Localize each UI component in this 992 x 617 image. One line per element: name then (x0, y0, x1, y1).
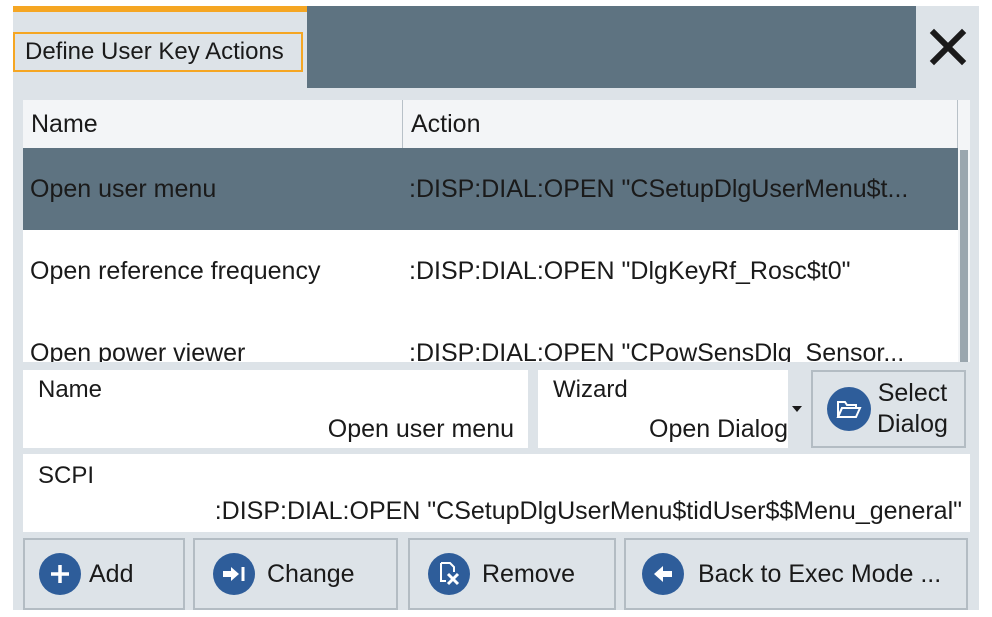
add-button[interactable]: Add (23, 538, 185, 610)
dialog-title: Define User Key Actions (13, 32, 303, 72)
scrollbar-thumb[interactable] (960, 150, 968, 362)
user-key-actions-dialog: Define User Key Actions Name Action Open… (13, 6, 979, 610)
row-name: Open power viewer (30, 339, 246, 362)
row-name: Open reference frequency (30, 257, 321, 285)
change-button[interactable]: Change (193, 538, 398, 610)
scpi-label: SCPI (38, 462, 95, 489)
close-button[interactable] (916, 6, 979, 88)
scpi-field[interactable]: SCPI :DISP:DIAL:OPEN "CSetupDlgUserMenu$… (23, 454, 970, 532)
select-dialog-label-line2: Dialog (877, 410, 948, 438)
wizard-label: Wizard (553, 376, 628, 403)
name-field[interactable]: Name Open user menu (23, 370, 528, 448)
table-header: Name Action (23, 100, 958, 149)
column-header-name[interactable]: Name (23, 100, 403, 148)
name-field-label: Name (38, 376, 103, 403)
name-field-value: Open user menu (327, 415, 514, 443)
row-action: :DISP:DIAL:OPEN "DlgKeyRf_Rosc$t0" (409, 257, 851, 285)
row-action: :DISP:DIAL:OPEN "CSetupDlgUserMenu$t... (409, 175, 909, 203)
title-tab: Define User Key Actions (13, 6, 307, 94)
plus-icon (39, 553, 81, 595)
actions-table: Name Action Open user menu :DISP:DIAL:OP… (23, 100, 970, 362)
add-label: Add (89, 559, 134, 588)
wizard-select[interactable]: Wizard Open Dialog (538, 370, 802, 448)
arrow-right-bar-icon (213, 553, 255, 595)
back-to-exec-mode-button[interactable]: Back to Exec Mode ... (624, 538, 968, 610)
table-row[interactable]: Open reference frequency :DISP:DIAL:OPEN… (23, 230, 958, 312)
select-dialog-button[interactable]: Select Dialog (811, 370, 966, 448)
close-icon (929, 28, 966, 66)
remove-label: Remove (482, 559, 576, 588)
table-scrollbar[interactable] (958, 100, 970, 362)
row-action: :DISP:DIAL:OPEN "CPowSensDlg_Sensor... (409, 339, 905, 362)
scpi-value: :DISP:DIAL:OPEN "CSetupDlgUserMenu$tidUs… (214, 497, 962, 525)
arrow-left-icon (642, 553, 684, 595)
remove-button[interactable]: Remove (408, 538, 616, 610)
select-dialog-label-line1: Select (877, 379, 948, 407)
table-row[interactable]: Open power viewer :DISP:DIAL:OPEN "CPowS… (23, 312, 958, 362)
folder-open-icon (827, 387, 871, 431)
back-label: Back to Exec Mode ... (698, 559, 942, 588)
row-name: Open user menu (30, 175, 217, 203)
wizard-value: Open Dialog (649, 415, 788, 443)
column-header-action[interactable]: Action (403, 100, 958, 148)
remove-document-icon (428, 553, 470, 595)
table-row[interactable]: Open user menu :DISP:DIAL:OPEN "CSetupDl… (23, 148, 958, 230)
change-label: Change (267, 559, 355, 588)
chevron-down-icon (792, 406, 802, 412)
